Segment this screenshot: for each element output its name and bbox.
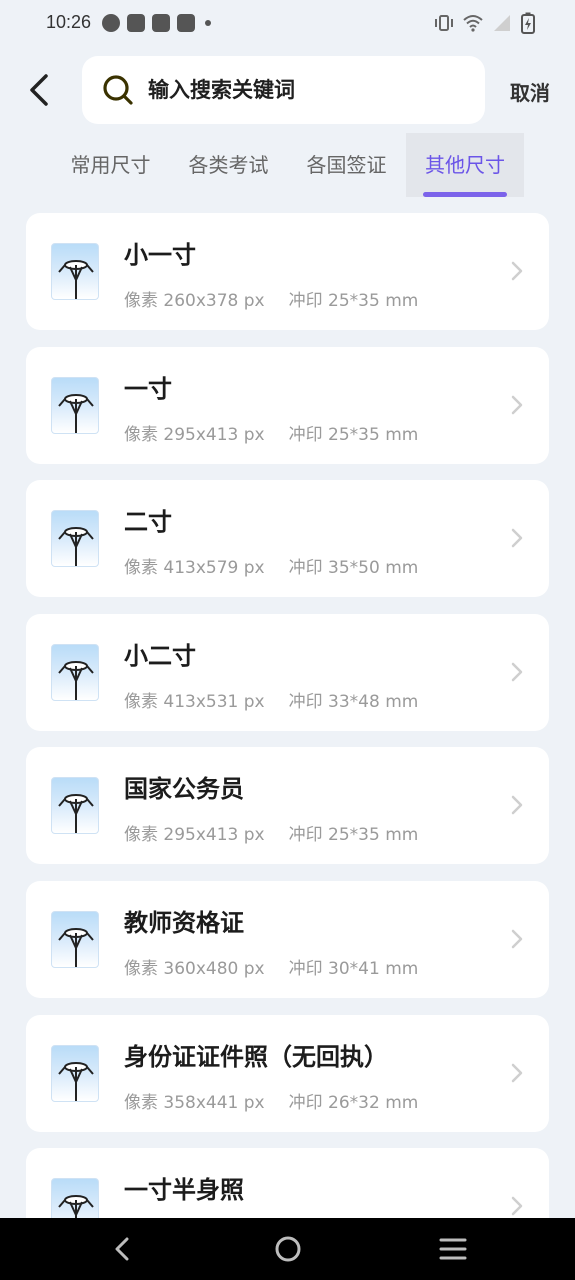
tab-label: 各类考试 xyxy=(188,153,269,177)
pixel-size: 像素 260x378 px xyxy=(124,291,265,311)
list-item[interactable]: 小二寸 像素 413x531 px 冲印 33*48 mm xyxy=(26,614,549,731)
pixel-size: 像素 413x531 px xyxy=(124,692,265,712)
chevron-right-icon xyxy=(511,528,523,548)
tab-visas[interactable]: 各国签证 xyxy=(288,133,405,197)
cancel-button[interactable]: 取消 xyxy=(510,77,550,106)
chevron-right-icon xyxy=(511,395,523,415)
photo-thumbnail-icon xyxy=(51,777,99,834)
clock-icon xyxy=(102,14,120,32)
photo-thumbnail-icon xyxy=(51,911,99,968)
size-title: 二寸 xyxy=(124,508,172,536)
print-size: 冲印 30*41 mm xyxy=(288,959,419,979)
tab-label: 常用尺寸 xyxy=(70,153,151,177)
size-specs: 像素 358x441 px 冲印 26*32 mm xyxy=(124,1088,418,1113)
search-bar[interactable] xyxy=(82,56,485,124)
size-specs: 像素 295x413 px 冲印 25*35 mm xyxy=(124,820,418,845)
print-size: 冲印 33*48 mm xyxy=(288,692,419,712)
system-icons xyxy=(434,12,535,34)
bag-icon xyxy=(152,14,170,32)
size-title: 教师资格证 xyxy=(124,909,244,937)
bag-icon xyxy=(127,14,145,32)
size-title: 国家公务员 xyxy=(124,775,244,803)
chevron-right-icon xyxy=(511,1063,523,1083)
signal-icon xyxy=(494,15,510,31)
nav-back-icon[interactable] xyxy=(108,1234,138,1264)
system-nav-bar xyxy=(0,1218,575,1280)
size-title: 小一寸 xyxy=(124,241,196,269)
size-title: 身份证证件照（无回执） xyxy=(124,1043,388,1071)
photo-thumbnail-icon xyxy=(51,377,99,434)
dot-icon xyxy=(205,20,211,26)
tab-label: 各国签证 xyxy=(306,153,387,177)
size-specs: 像素 260x378 px 冲印 25*35 mm xyxy=(124,286,418,311)
back-button[interactable] xyxy=(20,70,60,110)
size-specs: 像素 413x579 px 冲印 35*50 mm xyxy=(124,553,418,578)
search-icon xyxy=(103,75,133,105)
list-item[interactable]: 二寸 像素 413x579 px 冲印 35*50 mm xyxy=(26,480,549,597)
wifi-icon xyxy=(463,15,483,32)
pixel-size: 像素 295x413 px xyxy=(124,425,265,445)
size-specs: 像素 413x531 px 冲印 33*48 mm xyxy=(124,687,418,712)
print-size: 冲印 25*35 mm xyxy=(288,425,419,445)
vibrate-icon xyxy=(435,15,453,31)
print-size: 冲印 25*35 mm xyxy=(288,825,419,845)
battery-charging-icon xyxy=(521,12,535,34)
photo-thumbnail-icon xyxy=(51,1045,99,1102)
pixel-size: 像素 413x579 px xyxy=(124,558,265,578)
nav-menu-icon[interactable] xyxy=(438,1236,468,1262)
size-title: 一寸 xyxy=(124,375,172,403)
print-size: 冲印 25*35 mm xyxy=(288,291,419,311)
size-title: 小二寸 xyxy=(124,642,196,670)
list-item[interactable]: 小一寸 像素 260x378 px 冲印 25*35 mm xyxy=(26,213,549,330)
print-size: 冲印 26*32 mm xyxy=(288,1093,419,1113)
size-title: 一寸半身照 xyxy=(124,1176,244,1204)
bag-icon xyxy=(177,14,195,32)
status-bar: 10:26 xyxy=(0,0,575,48)
photo-thumbnail-icon xyxy=(51,644,99,701)
size-specs: 像素 360x480 px 冲印 30*41 mm xyxy=(124,954,418,979)
tab-label: 其他尺寸 xyxy=(425,153,505,177)
nav-home-icon[interactable] xyxy=(274,1235,302,1263)
category-tabs: 常用尺寸 各类考试 各国签证 其他尺寸 xyxy=(52,133,552,197)
list-item[interactable]: 教师资格证 像素 360x480 px 冲印 30*41 mm xyxy=(26,881,549,998)
pixel-size: 像素 360x480 px xyxy=(124,959,265,979)
list-item[interactable]: 一寸 像素 295x413 px 冲印 25*35 mm xyxy=(26,347,549,464)
list-item[interactable]: 国家公务员 像素 295x413 px 冲印 25*35 mm xyxy=(26,747,549,864)
chevron-right-icon xyxy=(511,1196,523,1216)
chevron-right-icon xyxy=(511,929,523,949)
list-item[interactable]: 身份证证件照（无回执） 像素 358x441 px 冲印 26*32 mm xyxy=(26,1015,549,1132)
search-input[interactable] xyxy=(148,74,468,106)
print-size: 冲印 35*50 mm xyxy=(288,558,419,578)
tab-common-sizes[interactable]: 常用尺寸 xyxy=(52,133,169,197)
tab-other-sizes[interactable]: 其他尺寸 xyxy=(406,133,524,197)
notification-icons xyxy=(102,14,211,32)
chevron-right-icon xyxy=(511,662,523,682)
chevron-right-icon xyxy=(511,795,523,815)
photo-thumbnail-icon xyxy=(51,510,99,567)
chevron-right-icon xyxy=(511,261,523,281)
pixel-size: 像素 358x441 px xyxy=(124,1093,265,1113)
pixel-size: 像素 295x413 px xyxy=(124,825,265,845)
photo-thumbnail-icon xyxy=(51,243,99,300)
tab-exams[interactable]: 各类考试 xyxy=(170,133,287,197)
status-time: 10:26 xyxy=(46,12,92,32)
active-tab-indicator xyxy=(423,192,507,197)
size-specs: 像素 295x413 px 冲印 25*35 mm xyxy=(124,420,418,445)
